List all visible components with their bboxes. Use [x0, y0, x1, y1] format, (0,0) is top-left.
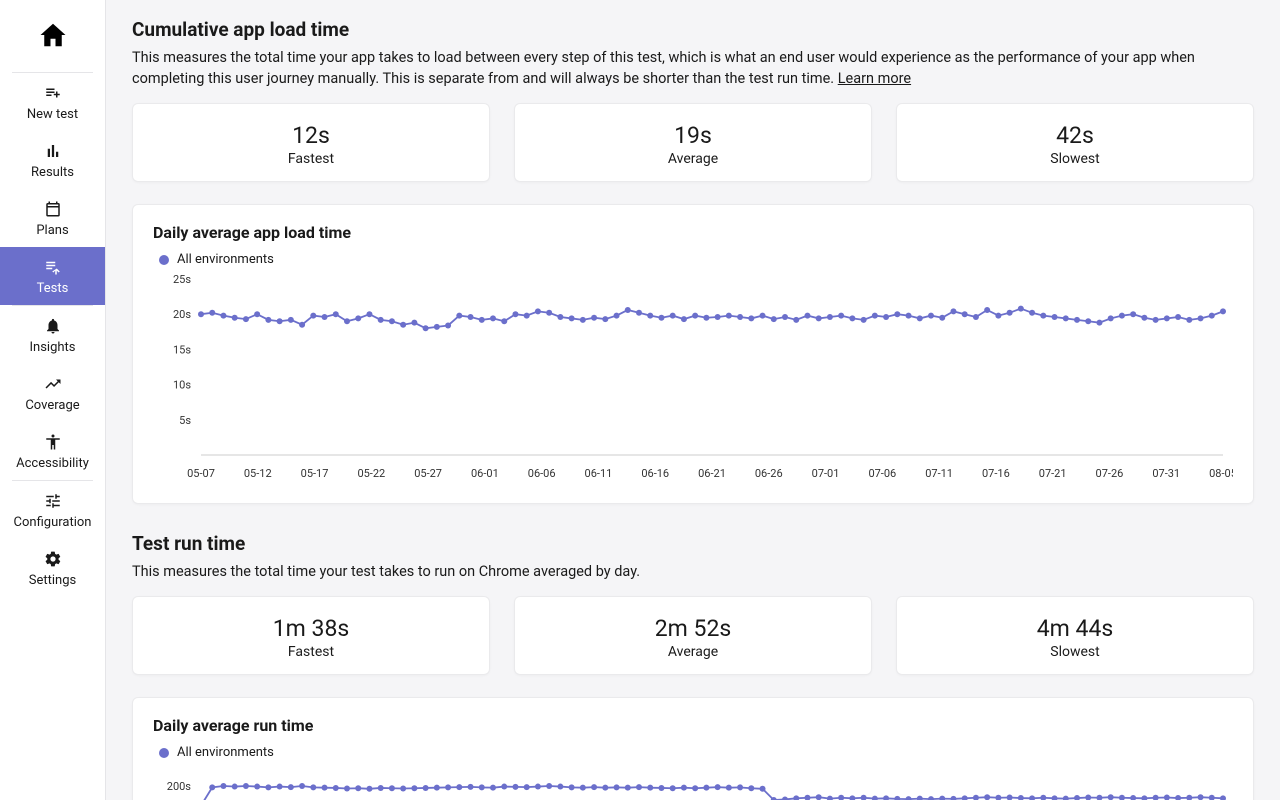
sidebar-item-label: Insights — [29, 340, 75, 355]
section-title-app-load: Cumulative app load time — [132, 18, 1254, 41]
sidebar-item-label: Coverage — [25, 398, 79, 413]
svg-text:06-01: 06-01 — [471, 467, 499, 480]
section-title-run-time: Test run time — [132, 532, 1254, 555]
stat-value: 2m 52s — [655, 615, 732, 642]
svg-text:06-21: 06-21 — [698, 467, 726, 480]
sidebar-item-plans[interactable]: Plans — [0, 189, 105, 247]
section-desc-run-time: This measures the total time your test t… — [132, 561, 1252, 582]
stat-label: Average — [668, 644, 718, 660]
main-content: Cumulative app load time This measures t… — [106, 0, 1280, 800]
svg-text:06-11: 06-11 — [585, 467, 613, 480]
sidebar-item-results[interactable]: Results — [0, 131, 105, 189]
svg-text:06-06: 06-06 — [528, 467, 556, 480]
svg-text:10s: 10s — [173, 379, 191, 392]
accessibility-icon — [44, 431, 62, 453]
svg-text:08-05: 08-05 — [1209, 467, 1233, 480]
home-icon[interactable] — [38, 20, 68, 54]
stat-card-average: 19s Average — [514, 103, 872, 182]
sidebar-item-label: Configuration — [14, 515, 92, 530]
legend-dot-icon — [159, 748, 169, 758]
stat-label: Average — [668, 151, 718, 167]
chart-title: Daily average run time — [153, 716, 1233, 735]
sidebar-item-coverage[interactable]: Coverage — [0, 364, 105, 422]
sidebar-item-configuration[interactable]: Configuration — [0, 481, 105, 539]
chart-area[interactable]: 200s — [153, 766, 1233, 800]
stat-card-fastest: 12s Fastest — [132, 103, 490, 182]
bell-icon — [44, 315, 62, 337]
svg-text:15s: 15s — [173, 343, 191, 356]
sidebar-item-label: New test — [27, 107, 78, 122]
stat-label: Slowest — [1050, 644, 1099, 660]
svg-text:5s: 5s — [179, 414, 191, 427]
svg-text:07-31: 07-31 — [1152, 467, 1180, 480]
svg-text:07-26: 07-26 — [1096, 467, 1124, 480]
legend-dot-icon — [159, 255, 169, 265]
svg-text:07-01: 07-01 — [812, 467, 840, 480]
calendar-icon — [44, 198, 62, 220]
sidebar-item-label: Results — [31, 165, 74, 180]
legend-label: All environments — [177, 252, 274, 267]
chart-legend: All environments — [159, 745, 1233, 760]
svg-text:05-12: 05-12 — [244, 467, 272, 480]
stat-label: Slowest — [1050, 151, 1099, 167]
stats-row-app-load: 12s Fastest 19s Average 42s Slowest — [132, 103, 1254, 182]
chart-area[interactable]: 5s 10s 15s 20s 25s 05-07 05-12 05-17 05-22 05-27 0… — [153, 273, 1233, 483]
legend-label: All environments — [177, 745, 274, 760]
stats-row-run-time: 1m 38s Fastest 2m 52s Average 4m 44s Slo… — [132, 596, 1254, 675]
section-desc-app-load: This measures the total time your app ta… — [132, 47, 1252, 89]
svg-text:07-06: 07-06 — [868, 467, 896, 480]
stat-label: Fastest — [288, 151, 334, 167]
chart-title: Daily average app load time — [153, 223, 1233, 242]
stat-card-slowest: 42s Slowest — [896, 103, 1254, 182]
svg-text:05-22: 05-22 — [357, 467, 385, 480]
sidebar-item-tests[interactable]: Tests — [0, 247, 105, 305]
chart-card-app-load: Daily average app load time All environm… — [132, 204, 1254, 504]
bar-chart-icon — [44, 140, 62, 162]
playlist-add-icon — [44, 82, 62, 104]
svg-text:05-07: 05-07 — [187, 467, 215, 480]
sidebar: New test Results Plans Tests Insights Co… — [0, 0, 106, 800]
stat-card-fastest: 1m 38s Fastest — [132, 596, 490, 675]
chart-card-run-time: Daily average run time All environments … — [132, 697, 1254, 800]
svg-text:06-26: 06-26 — [755, 467, 783, 480]
sidebar-item-new-test[interactable]: New test — [0, 73, 105, 131]
list-icon — [44, 256, 62, 278]
svg-text:05-17: 05-17 — [301, 467, 329, 480]
gear-icon — [44, 548, 62, 570]
chart-legend: All environments — [159, 252, 1233, 267]
tune-icon — [44, 490, 62, 512]
sidebar-item-accessibility[interactable]: Accessibility — [0, 422, 105, 480]
stat-card-average: 2m 52s Average — [514, 596, 872, 675]
svg-text:07-11: 07-11 — [925, 467, 953, 480]
svg-text:07-21: 07-21 — [1039, 467, 1067, 480]
trending-up-icon — [44, 373, 62, 395]
svg-text:20s: 20s — [173, 308, 191, 321]
sidebar-item-label: Tests — [37, 281, 69, 296]
svg-text:200s: 200s — [167, 780, 192, 793]
svg-text:06-16: 06-16 — [641, 467, 669, 480]
svg-text:05-27: 05-27 — [414, 467, 442, 480]
sidebar-item-label: Settings — [29, 573, 76, 588]
stat-value: 19s — [674, 122, 712, 149]
svg-text:25s: 25s — [173, 273, 191, 286]
sidebar-item-label: Plans — [36, 223, 68, 238]
stat-card-slowest: 4m 44s Slowest — [896, 596, 1254, 675]
stat-value: 12s — [292, 122, 330, 149]
sidebar-item-settings[interactable]: Settings — [0, 539, 105, 597]
learn-more-link[interactable]: Learn more — [838, 70, 911, 87]
svg-text:07-16: 07-16 — [982, 467, 1010, 480]
stat-value: 1m 38s — [273, 615, 350, 642]
stat-value: 4m 44s — [1037, 615, 1114, 642]
stat-label: Fastest — [288, 644, 334, 660]
sidebar-item-insights[interactable]: Insights — [0, 306, 105, 364]
sidebar-item-label: Accessibility — [16, 456, 89, 471]
stat-value: 42s — [1056, 122, 1094, 149]
